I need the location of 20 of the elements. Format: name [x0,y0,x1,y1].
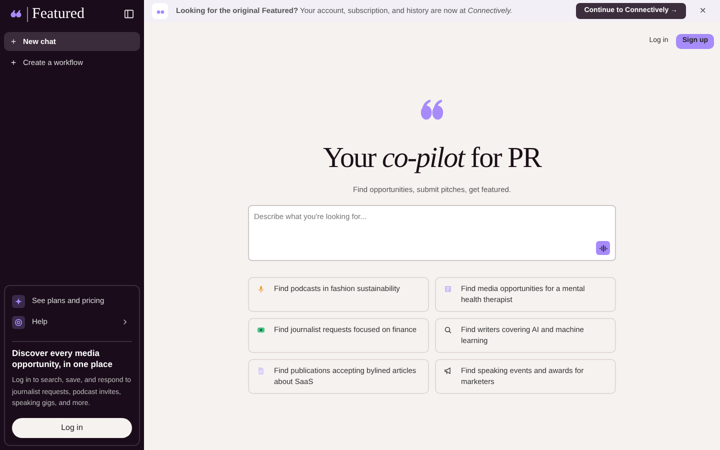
lifebuoy-icon [14,318,23,327]
sparkle-icon [14,296,23,306]
waveform-icon [598,244,608,253]
sidebar-toggle-icon[interactable] [124,9,134,19]
search-icon [444,326,452,334]
logo-icon [8,8,24,20]
document-icon [257,367,265,376]
promo-title: Discover every media opportunity, in one place [12,340,132,372]
voice-button[interactable] [596,241,610,256]
dollar-icon [257,326,265,334]
login-button[interactable]: Log in [12,418,132,438]
chevron-icon [122,319,128,326]
microphone-icon [257,285,265,294]
hero-title: Your co-pilot for PR [323,140,541,176]
plus-icon [10,59,17,66]
plus-icon [10,38,17,46]
close-button[interactable]: × [694,6,712,16]
newspaper-icon [444,285,452,294]
brand-name: Featured [27,6,84,22]
megaphone-icon [444,367,452,376]
